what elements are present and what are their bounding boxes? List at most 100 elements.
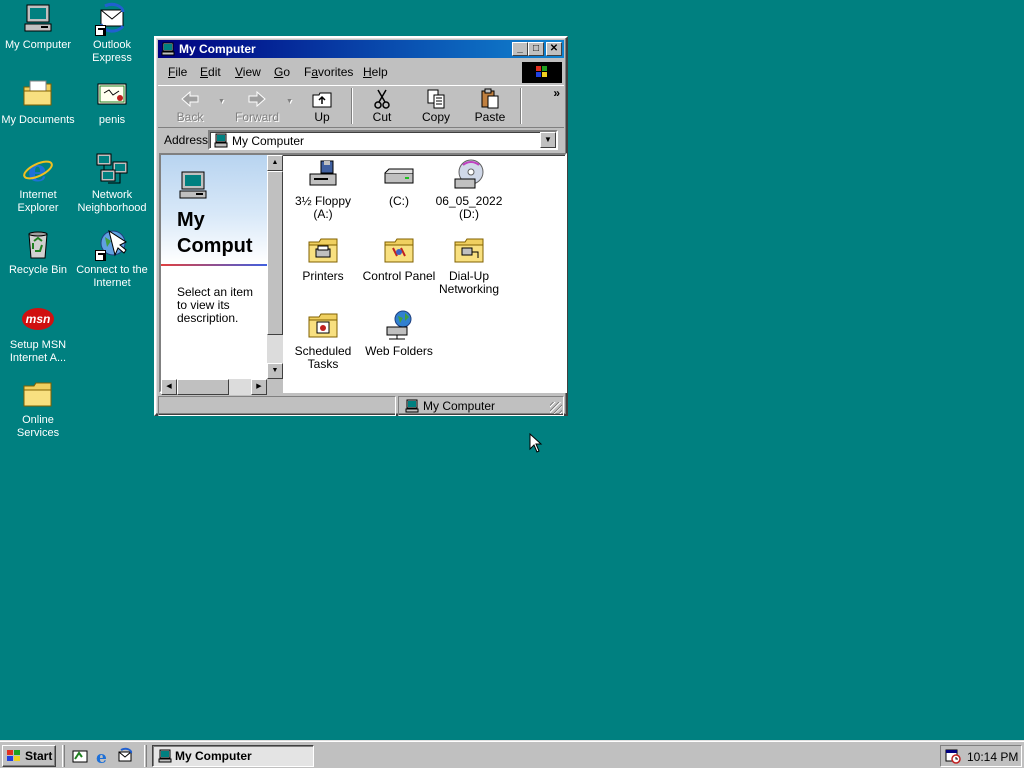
scheduled-tasks-folder-icon xyxy=(307,309,339,341)
paste-button[interactable]: Paste xyxy=(468,88,512,124)
internet-explorer-icon: e xyxy=(96,748,107,765)
my-computer-icon xyxy=(405,399,419,413)
info-pane-vertical-scrollbar[interactable]: ▲ ▼ xyxy=(267,155,283,379)
quicklaunch-internet-explorer[interactable]: e xyxy=(94,747,112,765)
status-panel-left xyxy=(158,396,396,416)
up-label: Up xyxy=(314,110,330,124)
address-combobox[interactable]: My Computer ▼ xyxy=(208,130,558,150)
quicklaunch-outlook-express[interactable] xyxy=(116,747,134,765)
toolbar-more-chevron[interactable]: » xyxy=(553,86,560,100)
item-floppy-drive[interactable]: 3½ Floppy (A:) xyxy=(285,159,361,221)
maximize-button[interactable]: □ xyxy=(528,42,544,56)
address-label: Address xyxy=(164,133,209,147)
mouse-cursor-icon xyxy=(529,433,543,453)
desktop-icon-setup-msn[interactable]: msn Setup MSN Internet A... xyxy=(0,302,76,365)
menu-favorites[interactable]: Favorites xyxy=(304,65,353,79)
scroll-down-button[interactable]: ▼ xyxy=(267,363,283,379)
address-value: My Computer xyxy=(232,134,305,148)
menu-view[interactable]: View xyxy=(235,65,261,79)
start-label: Start xyxy=(25,749,53,763)
clock[interactable]: 10:14 PM xyxy=(967,750,1018,764)
item-control-panel[interactable]: Control Panel xyxy=(361,234,437,283)
info-pane-heading: My Comput xyxy=(177,209,253,257)
desktop-icon-penis[interactable]: penis xyxy=(74,77,150,127)
copy-icon xyxy=(424,88,448,110)
folder-icon xyxy=(21,377,55,411)
shortcut-arrow-icon xyxy=(95,250,106,261)
desktop-icon-connect-to-internet[interactable]: Connect to the Internet xyxy=(74,227,150,290)
item-label: (C:) xyxy=(389,194,409,208)
internet-explorer-icon: e xyxy=(21,152,55,186)
title-bar[interactable]: My Computer _ □ ✕ xyxy=(158,40,564,58)
forward-dropdown-icon[interactable]: ▼ xyxy=(286,98,293,105)
desktop-icon-my-computer[interactable]: My Computer xyxy=(0,2,76,52)
taskbar-button-my-computer[interactable]: My Computer xyxy=(152,745,314,767)
my-computer-icon xyxy=(158,749,172,763)
address-dropdown-button[interactable]: ▼ xyxy=(540,132,556,148)
minimize-button[interactable]: _ xyxy=(512,42,528,56)
back-dropdown-icon[interactable]: ▼ xyxy=(218,98,225,105)
status-panel-right: My Computer xyxy=(398,396,564,416)
forward-button[interactable]: Forward xyxy=(232,88,282,124)
up-folder-icon xyxy=(310,88,334,110)
desktop-icon-outlook-express[interactable]: Outlook Express xyxy=(74,2,150,65)
cut-button[interactable]: Cut xyxy=(362,88,402,124)
item-web-folders[interactable]: Web Folders xyxy=(361,309,437,358)
outlook-express-icon xyxy=(95,2,129,36)
desktop-icon-recycle-bin[interactable]: Recycle Bin xyxy=(0,227,76,277)
item-hard-drive-c[interactable]: (C:) xyxy=(361,159,437,208)
outlook-express-icon xyxy=(118,747,133,762)
taskbar: Start e My Computer 10:14 PM xyxy=(0,740,1024,768)
up-button[interactable]: Up xyxy=(302,88,342,124)
back-button[interactable]: Back xyxy=(168,88,212,124)
menu-help[interactable]: Help xyxy=(363,65,388,79)
window-title: My Computer xyxy=(179,42,256,56)
scroll-up-button[interactable]: ▲ xyxy=(267,155,283,171)
menu-go[interactable]: Go xyxy=(274,65,290,79)
folder-view: My Comput Select an item to view its des… xyxy=(159,153,567,395)
forward-label: Forward xyxy=(234,110,279,124)
item-scheduled-tasks[interactable]: Scheduled Tasks xyxy=(285,309,361,371)
scrollbar-corner xyxy=(267,379,283,395)
scroll-left-button[interactable]: ◀ xyxy=(161,379,177,395)
my-computer-window[interactable]: My Computer _ □ ✕ File Edit View Go Favo… xyxy=(154,36,568,416)
resize-grip[interactable] xyxy=(550,402,562,414)
desktop-icon-label: Network Neighborhood xyxy=(77,189,147,214)
scroll-thumb[interactable] xyxy=(267,171,283,335)
item-printers[interactable]: Printers xyxy=(285,234,361,283)
desktop-icon-label: penis xyxy=(98,114,126,126)
desktop-icon-internet-explorer[interactable]: e Internet Explorer xyxy=(0,152,76,215)
close-button[interactable]: ✕ xyxy=(546,42,562,56)
desktop-icon-my-documents[interactable]: My Documents xyxy=(0,77,76,127)
scroll-thumb[interactable] xyxy=(177,379,229,395)
desktop-icon-label: My Computer xyxy=(4,39,72,51)
quicklaunch-show-desktop[interactable] xyxy=(71,747,89,765)
cut-label: Cut xyxy=(372,110,392,124)
info-pane-horizontal-scrollbar[interactable]: ◀ ▶ xyxy=(161,379,267,395)
scroll-right-button[interactable]: ▶ xyxy=(251,379,267,395)
show-desktop-icon xyxy=(72,750,88,763)
my-documents-icon xyxy=(21,77,55,111)
status-bar: My Computer xyxy=(158,396,564,416)
taskbar-grip[interactable] xyxy=(144,745,147,767)
item-dialup-networking[interactable]: Dial-Up Networking xyxy=(431,234,507,296)
desktop-icon-network-neighborhood[interactable]: Network Neighborhood xyxy=(74,152,150,215)
desktop-icon-online-services[interactable]: Online Services xyxy=(0,377,76,440)
copy-button[interactable]: Copy xyxy=(414,88,458,124)
printers-folder-icon xyxy=(307,234,339,266)
system-tray: 10:14 PM xyxy=(940,745,1022,767)
msn-logo-text: msn xyxy=(26,312,51,326)
desktop-icon-label: Online Services xyxy=(16,414,60,439)
item-cd-drive-d[interactable]: 06_05_2022 (D:) xyxy=(431,159,507,221)
start-button[interactable]: Start xyxy=(2,745,56,767)
connect-to-internet-icon xyxy=(95,227,129,261)
desktop-icon-label: Connect to the Internet xyxy=(76,264,148,289)
task-scheduler-tray-icon[interactable] xyxy=(945,748,961,764)
dialup-folder-icon xyxy=(453,234,485,266)
hard-drive-icon xyxy=(383,159,415,191)
menu-file[interactable]: File xyxy=(168,65,187,79)
menu-edit[interactable]: Edit xyxy=(200,65,221,79)
svg-text:e: e xyxy=(28,154,47,186)
quicklaunch-grip[interactable] xyxy=(62,745,65,767)
floppy-drive-icon xyxy=(307,159,339,191)
